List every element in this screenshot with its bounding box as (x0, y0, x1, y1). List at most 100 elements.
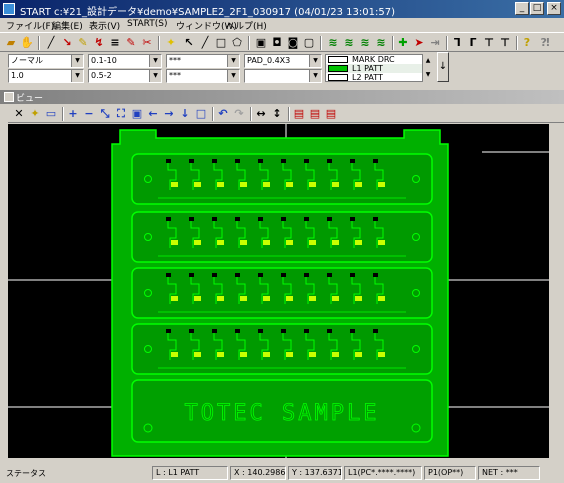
layer-stack-2-icon[interactable]: ≋ (342, 36, 356, 50)
help-icon[interactable]: ? (520, 36, 534, 50)
pad-select[interactable]: PAD_0.4X3 ▼ (244, 54, 322, 68)
toolbar-separator (392, 36, 394, 50)
zoom-diagonal-icon[interactable]: ⤡ (98, 107, 112, 121)
hook-left-icon[interactable]: ⅂ (450, 36, 464, 50)
menu-file[interactable]: ファイル(F) (6, 19, 54, 32)
chevron-down-icon[interactable]: ▼ (227, 70, 239, 82)
cut-tool-icon[interactable]: ✂ (140, 36, 154, 50)
solder-pad (189, 329, 194, 333)
window-fit-icon[interactable]: ▭ (44, 107, 58, 121)
pen-tool-icon[interactable]: ✎ (76, 36, 90, 50)
parallel-lines-icon[interactable]: ≡ (108, 36, 122, 50)
solder-pad (258, 159, 263, 163)
toolbar-separator (212, 107, 214, 121)
chevron-down-icon[interactable]: ▼ (309, 70, 321, 82)
close-view-icon[interactable]: ✕ (12, 107, 26, 121)
context-help-icon[interactable]: ⁈ (538, 36, 552, 50)
zoom-all-icon[interactable]: ⛶ (114, 107, 128, 121)
layer-stack-3-icon[interactable]: ≋ (358, 36, 372, 50)
flip-horizontal-icon[interactable]: ↔ (254, 107, 268, 121)
pad-add-icon[interactable]: ▢ (302, 36, 316, 50)
add-component-icon[interactable]: ✚ (396, 36, 410, 50)
polygon-icon[interactable]: ⬠ (230, 36, 244, 50)
solder-pad (281, 217, 286, 221)
zoom-star-icon[interactable]: ✦ (28, 107, 42, 121)
chevron-down-icon[interactable]: ▼ (227, 55, 239, 67)
route-tool-icon[interactable]: ↯ (92, 36, 106, 50)
component-pad (355, 296, 362, 301)
minimize-button[interactable]: _ (515, 2, 529, 15)
layer-row[interactable]: L2 PATT (326, 73, 430, 82)
open-folder-icon[interactable]: ▰ (4, 36, 18, 50)
layer-toggle-icon[interactable]: ▤ (324, 107, 338, 121)
maximize-button[interactable]: □ (530, 2, 544, 15)
zoom-frame-icon[interactable]: ▣ (130, 107, 144, 121)
zoom-out-icon[interactable]: − (82, 107, 96, 121)
pan-right-icon[interactable]: → (162, 107, 176, 121)
chevron-down-icon[interactable]: ▼ (309, 55, 321, 67)
wire-tool-icon[interactable]: ↘ (60, 36, 74, 50)
menu-start[interactable]: START(S) (127, 19, 168, 29)
pointer-select-icon[interactable]: ✋ (20, 36, 34, 50)
edit-pen-icon[interactable]: ✎ (124, 36, 138, 50)
layer-scroll[interactable]: ▲ ▼ (422, 54, 433, 82)
component-pad (378, 240, 385, 245)
layer-up-icon[interactable]: ▤ (292, 107, 306, 121)
move-arrow-icon[interactable]: ➤ (412, 36, 426, 50)
solder-pad (258, 273, 263, 277)
vertical-scrollbar[interactable] (549, 124, 556, 458)
star-icon[interactable]: ✦ (164, 36, 178, 50)
aperture2-select[interactable]: *** ▼ (166, 69, 240, 83)
menu-help[interactable]: ヘルプ(H) (226, 19, 267, 32)
layer-down-icon[interactable]: ▤ (308, 107, 322, 121)
solder-pad (281, 329, 286, 333)
zoom-in-icon[interactable]: + (66, 107, 80, 121)
chevron-down-icon[interactable]: ▼ (71, 55, 83, 67)
chevron-down-icon[interactable]: ▼ (71, 70, 83, 82)
solder-pad (373, 159, 378, 163)
rectangle-icon[interactable]: □ (214, 36, 228, 50)
layer-stack-4-icon[interactable]: ≋ (374, 36, 388, 50)
component-pad (286, 182, 293, 187)
width-select[interactable]: 0.1-10 ▼ (88, 54, 162, 68)
undo-icon[interactable]: ↶ (216, 107, 230, 121)
pan-left-icon[interactable]: ← (146, 107, 160, 121)
hook-right-icon[interactable]: Γ (466, 36, 480, 50)
toolbar-separator (250, 107, 252, 121)
aperture-select[interactable]: *** ▼ (166, 54, 240, 68)
chevron-down-icon[interactable]: ▼ (149, 55, 161, 67)
close-button[interactable]: × (547, 2, 561, 15)
solder-pad (327, 217, 332, 221)
blank-select[interactable]: ▼ (244, 69, 322, 83)
layer-list[interactable]: MARK DRC L1 PATT L2 PATT (325, 54, 431, 82)
box-icon[interactable]: □ (194, 107, 208, 121)
line-tool-icon[interactable]: ╱ (44, 36, 58, 50)
layer-row[interactable]: L1 PATT (326, 64, 430, 73)
component-pad (217, 240, 224, 245)
pad-square-icon[interactable]: ▣ (254, 36, 268, 50)
solder-pad (212, 273, 217, 277)
redo-icon[interactable]: ↷ (232, 107, 246, 121)
diagonal-line-icon[interactable]: ╱ (198, 36, 212, 50)
arrow-select-icon[interactable]: ↖ (182, 36, 196, 50)
aperture2-value: *** (169, 71, 181, 80)
pan-down-icon[interactable]: ↓ (178, 107, 192, 121)
solder-pad (166, 217, 171, 221)
chevron-down-icon[interactable]: ▼ (149, 70, 161, 82)
pcb-board-drawing[interactable]: TOTEC SAMPLE (8, 124, 556, 458)
probe-icon[interactable]: ⊤ (482, 36, 496, 50)
layer-row[interactable]: MARK DRC (326, 55, 430, 64)
pcb-canvas[interactable]: TOTEC SAMPLE (8, 124, 556, 458)
pad-edit-icon[interactable]: ◙ (286, 36, 300, 50)
layer-stack-icon[interactable]: ≋ (326, 36, 340, 50)
menu-view[interactable]: 表示(V) (89, 19, 120, 32)
flip-vertical-icon[interactable]: ↕ (270, 107, 284, 121)
line-type-select[interactable]: ノーマル ▼ (8, 54, 84, 68)
menu-edit[interactable]: 編集(E) (52, 19, 83, 32)
width2-select[interactable]: 0.5-2 ▼ (88, 69, 162, 83)
layer-down-arrow-icon[interactable]: ↓ (437, 52, 449, 82)
scale-select[interactable]: 1.0 ▼ (8, 69, 84, 83)
pad-round-icon[interactable]: ◘ (270, 36, 284, 50)
next-icon[interactable]: ⇥ (428, 36, 442, 50)
probe-add-icon[interactable]: ⊤ (498, 36, 512, 50)
